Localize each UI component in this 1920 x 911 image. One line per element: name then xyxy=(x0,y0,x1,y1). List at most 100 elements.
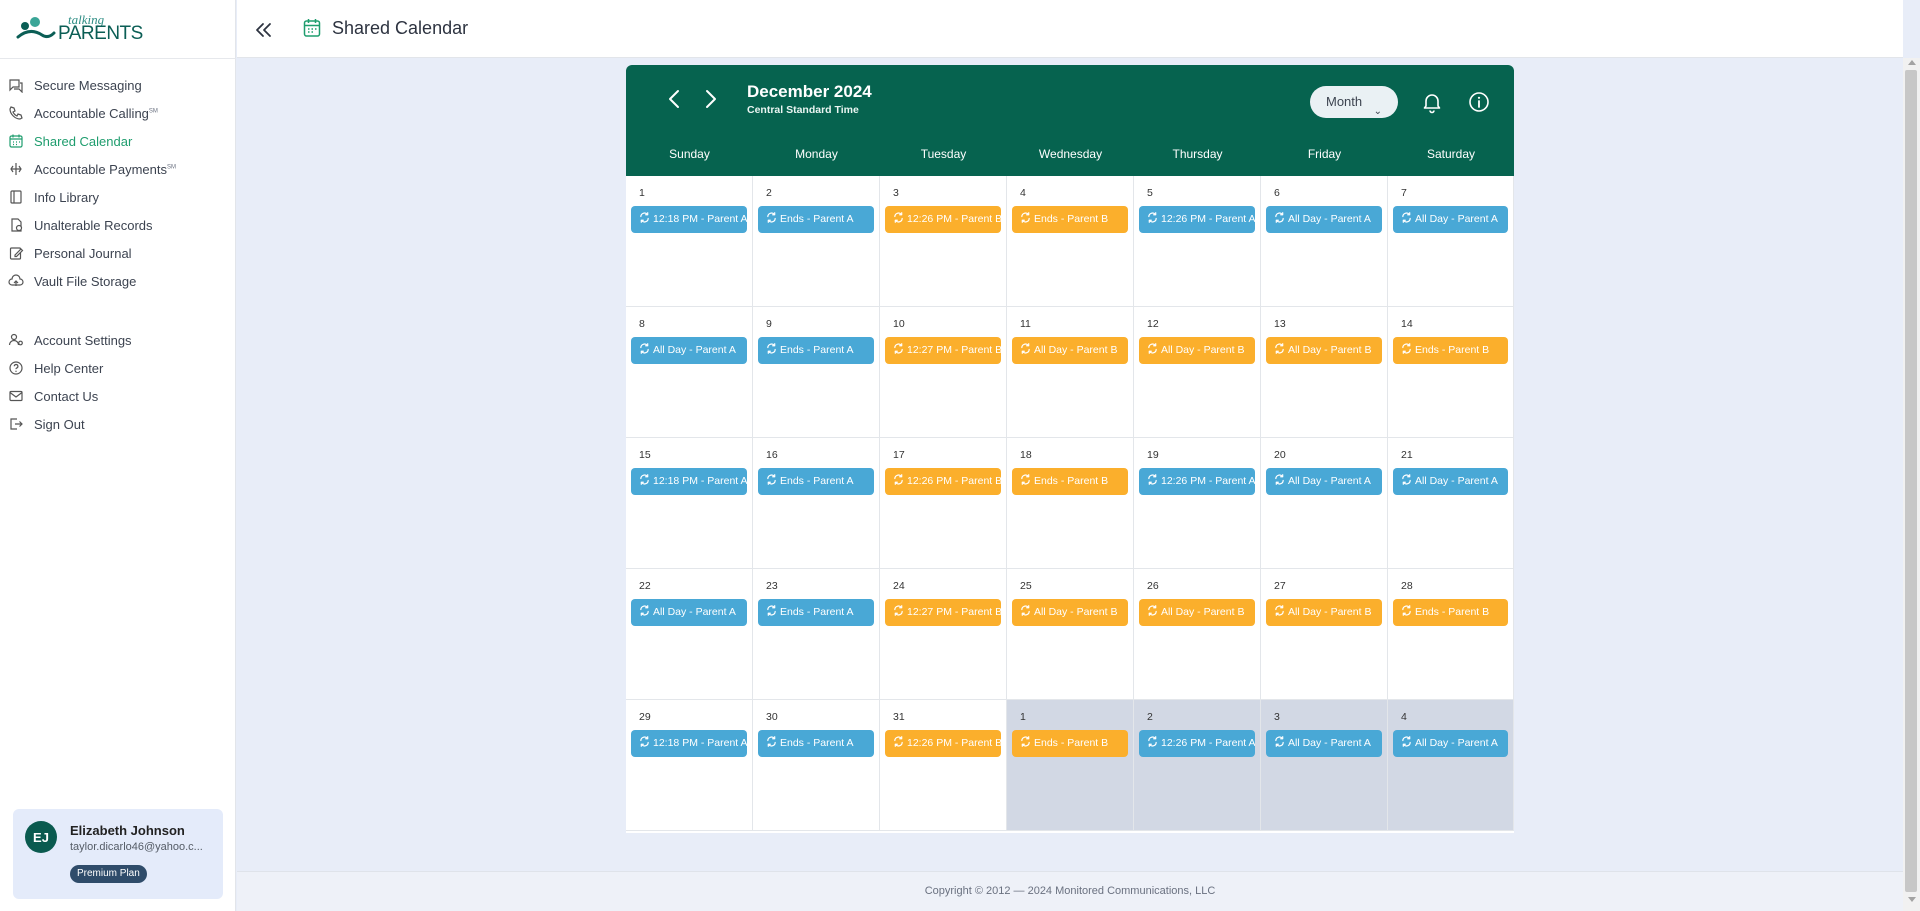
sidebar-item-sign-out[interactable]: Sign Out xyxy=(0,411,236,437)
calendar-event[interactable]: All Day - Parent B xyxy=(1266,337,1382,364)
calendar-event[interactable]: All Day - Parent A xyxy=(1393,468,1508,495)
sidebar-item-secure-messaging[interactable]: Secure Messaging xyxy=(0,72,236,98)
calendar-event[interactable]: All Day - Parent B xyxy=(1012,599,1128,626)
calendar-event[interactable]: 12:26 PM - Parent B xyxy=(885,468,1001,495)
calendar-event[interactable]: All Day - Parent A xyxy=(1266,206,1382,233)
day-cell[interactable]: 4 Ends - Parent B xyxy=(1007,176,1134,307)
calendar-event[interactable]: 12:18 PM - Parent A xyxy=(631,730,747,757)
day-cell[interactable]: 1 Ends - Parent B xyxy=(1007,700,1134,831)
sidebar: talking PARENTS Secure Messaging Account… xyxy=(0,0,236,911)
calendar-event[interactable]: 12:27 PM - Parent B xyxy=(885,337,1001,364)
next-month-icon[interactable] xyxy=(696,85,724,113)
day-cell[interactable]: 28 Ends - Parent B xyxy=(1388,569,1514,700)
day-cell[interactable]: 29 12:18 PM - Parent A xyxy=(626,700,753,831)
event-label: Ends - Parent B xyxy=(1034,475,1109,487)
calendar-event[interactable]: All Day - Parent A xyxy=(631,337,747,364)
day-cell[interactable]: 27 All Day - Parent B xyxy=(1261,569,1388,700)
scroll-up-icon[interactable] xyxy=(1908,60,1916,65)
calendar-event[interactable]: All Day - Parent A xyxy=(1393,206,1508,233)
day-cell[interactable]: 4 All Day - Parent A xyxy=(1388,700,1514,831)
calendar-event[interactable]: Ends - Parent B xyxy=(1393,599,1508,626)
day-cell[interactable]: 20 All Day - Parent A xyxy=(1261,438,1388,569)
day-cell[interactable]: 7 All Day - Parent A xyxy=(1388,176,1514,307)
day-cell[interactable]: 17 12:26 PM - Parent B xyxy=(880,438,1007,569)
calendar-event[interactable]: Ends - Parent A xyxy=(758,468,874,495)
sidebar-item-accountable-payments[interactable]: Accountable PaymentsSM xyxy=(0,156,236,182)
scroll-down-icon[interactable] xyxy=(1908,897,1916,902)
day-cell[interactable]: 25 All Day - Parent B xyxy=(1007,569,1134,700)
day-cell[interactable]: 13 All Day - Parent B xyxy=(1261,307,1388,438)
calendar-event[interactable]: Ends - Parent A xyxy=(758,599,874,626)
calendar-event[interactable]: All Day - Parent B xyxy=(1266,599,1382,626)
day-cell[interactable]: 18 Ends - Parent B xyxy=(1007,438,1134,569)
day-cell[interactable]: 6 All Day - Parent A xyxy=(1261,176,1388,307)
calendar-event[interactable]: Ends - Parent A xyxy=(758,337,874,364)
calendar-event[interactable]: Ends - Parent A xyxy=(758,730,874,757)
day-cell[interactable]: 3 All Day - Parent A xyxy=(1261,700,1388,831)
event-label: Ends - Parent A xyxy=(780,475,854,487)
day-cell[interactable]: 30 Ends - Parent A xyxy=(753,700,880,831)
sidebar-item-contact-us[interactable]: Contact Us xyxy=(0,383,236,409)
repeat-icon xyxy=(1021,736,1030,747)
sidebar-item-accountable-calling[interactable]: Accountable CallingSM xyxy=(0,100,236,126)
scroll-thumb[interactable] xyxy=(1905,70,1917,892)
calendar-event[interactable]: All Day - Parent B xyxy=(1139,599,1255,626)
sidebar-item-vault-file-storage[interactable]: Vault File Storage xyxy=(0,268,236,294)
calendar-event[interactable]: Ends - Parent B xyxy=(1012,730,1128,757)
day-cell[interactable]: 3 12:26 PM - Parent B xyxy=(880,176,1007,307)
day-cell[interactable]: 23 Ends - Parent A xyxy=(753,569,880,700)
day-cell[interactable]: 12 All Day - Parent B xyxy=(1134,307,1261,438)
info-icon[interactable] xyxy=(1467,90,1491,114)
sidebar-item-help-center[interactable]: Help Center xyxy=(0,355,236,381)
calendar-event[interactable]: 12:26 PM - Parent A xyxy=(1139,468,1255,495)
event-label: Ends - Parent A xyxy=(780,737,854,749)
calendar-event[interactable]: 12:18 PM - Parent A xyxy=(631,468,747,495)
calendar-event[interactable]: 12:26 PM - Parent B xyxy=(885,206,1001,233)
day-cell[interactable]: 8 All Day - Parent A xyxy=(626,307,753,438)
day-cell[interactable]: 2 Ends - Parent A xyxy=(753,176,880,307)
view-select[interactable]: Month ⌄ xyxy=(1310,86,1398,118)
user-card[interactable]: EJ Elizabeth Johnson taylor.dicarlo46@ya… xyxy=(13,809,223,899)
sidebar-item-unalterable-records[interactable]: Unalterable Records xyxy=(0,212,236,238)
day-cell[interactable]: 26 All Day - Parent B xyxy=(1134,569,1261,700)
day-cell[interactable]: 2 12:26 PM - Parent A xyxy=(1134,700,1261,831)
talkingparents-logo[interactable]: talking PARENTS xyxy=(16,10,143,46)
calendar-event[interactable]: All Day - Parent B xyxy=(1012,337,1128,364)
calendar-event[interactable]: All Day - Parent A xyxy=(1266,468,1382,495)
collapse-sidebar-icon[interactable] xyxy=(251,17,277,43)
day-cell[interactable]: 5 12:26 PM - Parent A xyxy=(1134,176,1261,307)
calendar-event[interactable]: 12:18 PM - Parent A xyxy=(631,206,747,233)
day-cell[interactable]: 31 12:26 PM - Parent B xyxy=(880,700,1007,831)
calendar-event[interactable]: All Day - Parent A xyxy=(1393,730,1508,757)
day-cell[interactable]: 16 Ends - Parent A xyxy=(753,438,880,569)
day-cell[interactable]: 19 12:26 PM - Parent A xyxy=(1134,438,1261,569)
calendar-event[interactable]: 12:26 PM - Parent B xyxy=(885,730,1001,757)
weekday-label: Monday xyxy=(795,147,838,161)
bell-icon[interactable] xyxy=(1420,90,1444,114)
calendar-event[interactable]: 12:27 PM - Parent B xyxy=(885,599,1001,626)
calendar-event[interactable]: Ends - Parent B xyxy=(1012,206,1128,233)
sidebar-item-shared-calendar[interactable]: Shared Calendar xyxy=(0,128,236,154)
sidebar-item-info-library[interactable]: Info Library xyxy=(0,184,236,210)
calendar-event[interactable]: All Day - Parent B xyxy=(1139,337,1255,364)
calendar-event[interactable]: Ends - Parent A xyxy=(758,206,874,233)
day-cell[interactable]: 9 Ends - Parent A xyxy=(753,307,880,438)
day-cell[interactable]: 22 All Day - Parent A xyxy=(626,569,753,700)
day-cell[interactable]: 21 All Day - Parent A xyxy=(1388,438,1514,569)
day-cell[interactable]: 1 12:18 PM - Parent A xyxy=(626,176,753,307)
calendar-event[interactable]: Ends - Parent B xyxy=(1012,468,1128,495)
repeat-icon xyxy=(894,736,903,747)
calendar-event[interactable]: 12:26 PM - Parent A xyxy=(1139,730,1255,757)
calendar-event[interactable]: Ends - Parent B xyxy=(1393,337,1508,364)
sidebar-item-personal-journal[interactable]: Personal Journal xyxy=(0,240,236,266)
sidebar-item-account-settings[interactable]: Account Settings xyxy=(0,327,236,353)
calendar-event[interactable]: All Day - Parent A xyxy=(631,599,747,626)
previous-month-icon[interactable] xyxy=(661,85,689,113)
day-cell[interactable]: 24 12:27 PM - Parent B xyxy=(880,569,1007,700)
day-cell[interactable]: 11 All Day - Parent B xyxy=(1007,307,1134,438)
calendar-event[interactable]: All Day - Parent A xyxy=(1266,730,1382,757)
calendar-event[interactable]: 12:26 PM - Parent A xyxy=(1139,206,1255,233)
day-cell[interactable]: 14 Ends - Parent B xyxy=(1388,307,1514,438)
day-cell[interactable]: 10 12:27 PM - Parent B xyxy=(880,307,1007,438)
day-cell[interactable]: 15 12:18 PM - Parent A xyxy=(626,438,753,569)
